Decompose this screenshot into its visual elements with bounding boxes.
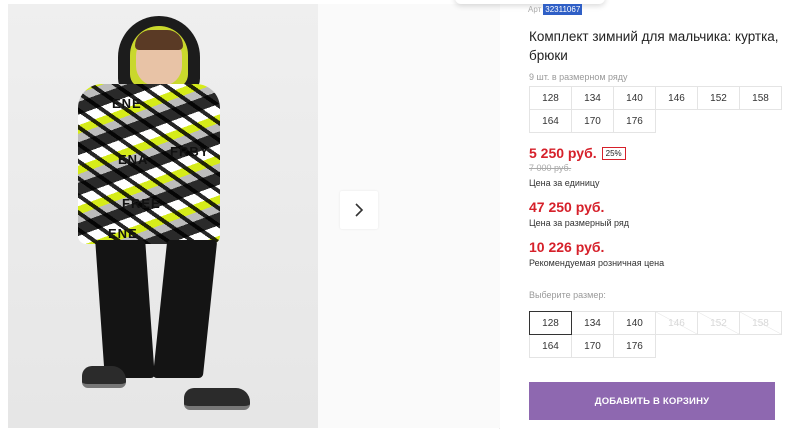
size-option[interactable]: 170 (571, 334, 614, 358)
add-to-cart-button[interactable]: ДОБАВИТЬ В КОРЗИНУ (529, 382, 775, 420)
product-photo[interactable]: ENE FRBY ENA FREE ENE (8, 4, 318, 428)
pack-size: 146 (655, 86, 698, 110)
size-option[interactable]: 164 (529, 334, 572, 358)
size-option[interactable]: 134 (571, 311, 614, 335)
pack-note: 9 шт. в размерном ряду (529, 72, 628, 82)
pack-size: 134 (571, 86, 614, 110)
size-option[interactable]: 128 (529, 311, 572, 335)
size-option[interactable]: 140 (613, 311, 656, 335)
size-option-unavailable: 146 (655, 311, 698, 335)
pack-size: 170 (571, 109, 614, 133)
jacket-image: ENE FRBY ENA FREE ENE (78, 84, 220, 244)
size-option-unavailable: 158 (739, 311, 782, 335)
jacket-print: ENE (108, 226, 138, 241)
retail-price-label: Рекомендуемая розничная цена (529, 258, 665, 268)
discount-badge: 25% (601, 146, 626, 160)
size-option-unavailable: 152 (697, 311, 740, 335)
right-boot (184, 388, 250, 410)
pack-size: 152 (697, 86, 740, 110)
pants-image (95, 240, 218, 380)
sku-row: Арт 32311067 (528, 4, 583, 15)
size-option[interactable]: 176 (613, 334, 656, 358)
price-row: 5 250 руб. 25% (529, 145, 626, 161)
jacket-print: ENA (118, 152, 149, 167)
jacket-print: FRBY (170, 144, 210, 159)
left-boot (82, 366, 126, 388)
choose-size-label: Выберите размер: (529, 290, 606, 300)
pack-size: 158 (739, 86, 782, 110)
jacket-print: ENE (112, 96, 142, 111)
chevron-right-icon (355, 203, 364, 217)
size-selector: 128 134 140 146 152 158 164 170 176 (529, 311, 782, 358)
pack-price-label: Цена за размерный ряд (529, 218, 630, 228)
next-image-button[interactable] (340, 191, 378, 229)
sku-label: Арт (528, 5, 542, 14)
pack-size: 128 (529, 86, 572, 110)
pack-size: 140 (613, 86, 656, 110)
unit-price: 5 250 руб. (529, 145, 597, 161)
jacket-print: FREE (122, 196, 161, 211)
unit-price-label: Цена за единицу (529, 178, 600, 188)
old-price: 7 000 руб. (529, 163, 572, 173)
sku-value: 32311067 (543, 4, 583, 15)
product-title: Комплект зимний для мальчика: куртка, бр… (529, 29, 779, 63)
product-gallery: ENE FRBY ENA FREE ENE (0, 0, 500, 429)
pack-size: 164 (529, 109, 572, 133)
pack-price: 47 250 руб. (529, 199, 605, 215)
retail-price: 10 226 руб. (529, 239, 605, 255)
pack-size-grid: 128 134 140 146 152 158 164 170 176 (529, 86, 782, 133)
pack-size: 176 (613, 109, 656, 133)
